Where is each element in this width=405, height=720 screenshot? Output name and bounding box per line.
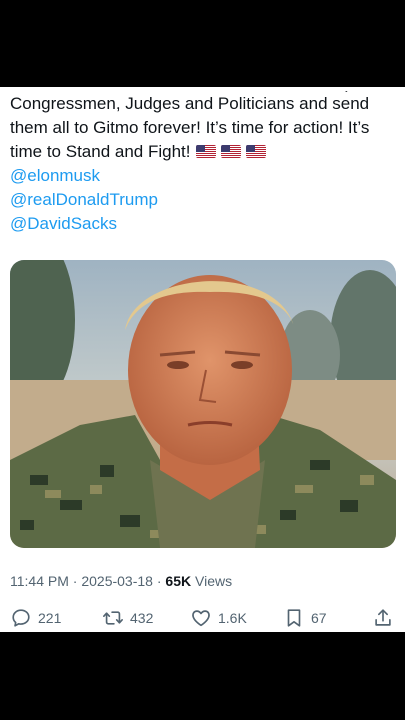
us-flag-icon: [195, 145, 216, 158]
reply-icon: [12, 609, 30, 627]
tweet-image[interactable]: [10, 260, 396, 548]
mention-link[interactable]: @elonmusk: [10, 164, 395, 188]
bookmark-icon: [287, 609, 301, 627]
reply-count: 221: [38, 610, 62, 626]
tweet-text: Congressmen, Judges and Politicians and …: [10, 92, 395, 236]
tweet-text-line: them all to Gitmo forever! It’s time for…: [10, 118, 370, 137]
bottom-black-bar: [0, 632, 405, 720]
share-button[interactable]: [372, 607, 394, 629]
meta-separator: ·: [72, 573, 78, 589]
meta-separator: ·: [156, 573, 162, 589]
heart-icon: [192, 610, 210, 627]
tweet-actions: 221 432 1.6K 67: [10, 607, 395, 629]
tweet-text-fragment: time to Stand and Fight!: [10, 142, 191, 161]
tweet-time[interactable]: 11:44 PM: [10, 573, 69, 589]
us-flag-icon: [245, 145, 266, 158]
share-icon: [375, 609, 391, 626]
tweet-meta: 11:44 PM · 2025-03-18 · 65K Views: [10, 573, 232, 589]
mention-link[interactable]: @realDonaldTrump: [10, 188, 395, 212]
tweet-text-line: time to Stand and Fight!: [10, 140, 395, 164]
bookmark-count: 67: [311, 610, 327, 626]
tweet-text-line: Congressmen, Judges and Politicians and …: [10, 94, 370, 113]
reply-button[interactable]: 221: [10, 607, 61, 629]
us-flag-icon: [220, 145, 241, 158]
like-button[interactable]: 1.6K: [190, 607, 247, 629]
mention-link[interactable]: @DavidSacks: [10, 212, 395, 236]
tweet-card: . Congressmen, Judges and Politicians an…: [0, 87, 405, 632]
views-label: Views: [195, 573, 233, 589]
retweet-count: 432: [130, 610, 154, 626]
retweet-icon: [103, 611, 123, 625]
retweet-button[interactable]: 432: [102, 607, 153, 629]
tweet-date[interactable]: 2025-03-18: [81, 573, 153, 589]
bookmark-button[interactable]: 67: [283, 607, 327, 629]
top-black-bar: [0, 0, 405, 87]
views-count: 65K: [165, 573, 192, 589]
like-count: 1.6K: [218, 610, 247, 626]
